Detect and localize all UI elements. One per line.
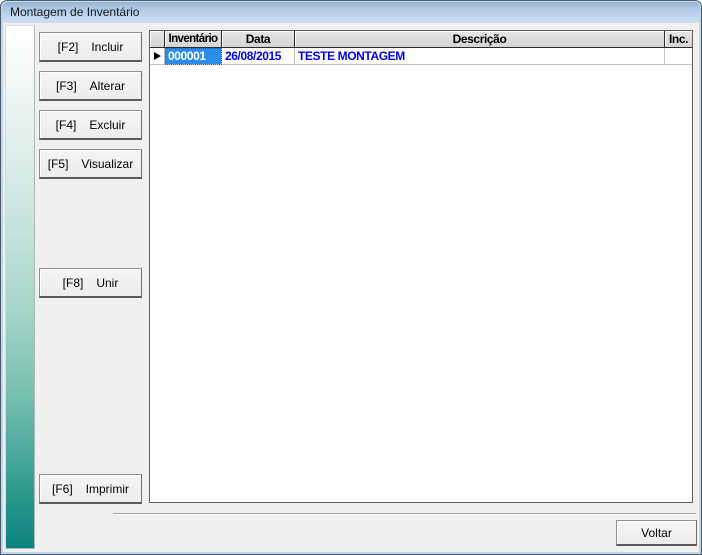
voltar-button[interactable]: Voltar [616, 520, 697, 546]
incluir-button-key: [F2] [58, 40, 79, 54]
incluir-button-label: Incluir [91, 40, 123, 54]
table-row[interactable]: 000001 26/08/2015 TESTE MONTAGEM [150, 48, 692, 65]
visualizar-button[interactable]: [F5] Visualizar [39, 149, 142, 179]
gradient-side-strip [5, 25, 35, 549]
cell-inventario[interactable]: 000001 [165, 48, 222, 65]
unir-button-label: Unir [96, 276, 118, 290]
excluir-button-label: Excluir [89, 118, 125, 132]
client-area: [F2] Incluir [F3] Alterar [F4] Excluir [… [4, 23, 698, 551]
alterar-button-label: Alterar [90, 79, 125, 93]
grid-header-data[interactable]: Data [222, 31, 295, 48]
cell-descricao[interactable]: TESTE MONTAGEM [295, 48, 665, 65]
imprimir-button-key: [F6] [52, 482, 73, 496]
cell-inc[interactable] [665, 48, 692, 65]
grid-header-inventario[interactable]: Inventário [165, 31, 222, 48]
visualizar-button-label: Visualizar [81, 157, 133, 171]
grid-header-descricao[interactable]: Descrição [295, 31, 665, 48]
app-window: Montagem de Inventário [F2] Incluir [F3]… [0, 0, 702, 555]
window-title: Montagem de Inventário [10, 5, 139, 19]
current-row-indicator-icon [154, 52, 161, 60]
imprimir-button[interactable]: [F6] Imprimir [39, 474, 142, 504]
unir-button[interactable]: [F8] Unir [39, 268, 142, 298]
inventory-grid[interactable]: Inventário Data Descrição Inc. 000001 26… [149, 30, 693, 503]
alterar-button[interactable]: [F3] Alterar [39, 71, 142, 101]
grid-header-indicator-cell [150, 31, 165, 48]
footer-divider [113, 513, 696, 515]
cell-data[interactable]: 26/08/2015 [222, 48, 295, 65]
imprimir-button-label: Imprimir [86, 482, 129, 496]
visualizar-button-key: [F5] [48, 157, 69, 171]
row-indicator-cell [150, 48, 165, 65]
unir-button-key: [F8] [63, 276, 84, 290]
voltar-button-label: Voltar [641, 526, 672, 540]
excluir-button-key: [F4] [56, 118, 77, 132]
alterar-button-key: [F3] [56, 79, 77, 93]
incluir-button[interactable]: [F2] Incluir [39, 32, 142, 62]
excluir-button[interactable]: [F4] Excluir [39, 110, 142, 140]
grid-header-inc[interactable]: Inc. [665, 31, 692, 48]
title-bar[interactable]: Montagem de Inventário [2, 1, 700, 23]
grid-header-row: Inventário Data Descrição Inc. [150, 31, 692, 48]
